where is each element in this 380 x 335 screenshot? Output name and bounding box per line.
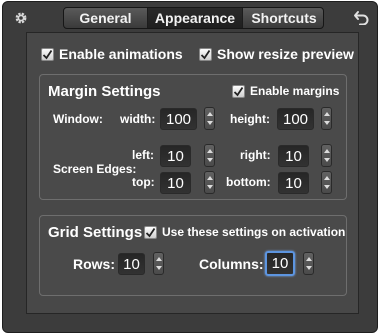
right-field[interactable]: 10 bbox=[278, 145, 309, 167]
stepper-down-icon[interactable] bbox=[156, 266, 162, 270]
right-stepper[interactable] bbox=[321, 144, 332, 167]
width-label: width: bbox=[120, 112, 156, 126]
enable-margins-checkbox[interactable] bbox=[232, 84, 245, 98]
height-label: height: bbox=[230, 112, 270, 126]
appearance-panel: Enable animations Show resize preview Ma… bbox=[26, 32, 359, 314]
stepper-up-icon[interactable] bbox=[324, 149, 330, 153]
screen-edges-label: Screen Edges: bbox=[53, 162, 137, 176]
grid-settings-title: Grid Settings bbox=[48, 224, 143, 241]
stepper-down-icon[interactable] bbox=[324, 158, 330, 162]
left-label: left: bbox=[132, 148, 154, 162]
checkmark-icon bbox=[42, 49, 53, 59]
stepper-down-icon[interactable] bbox=[207, 158, 213, 162]
enable-animations-label: Enable animations bbox=[59, 46, 183, 62]
back-arrow-icon[interactable] bbox=[353, 9, 371, 25]
left-field[interactable]: 10 bbox=[160, 145, 191, 167]
right-label: right: bbox=[240, 148, 271, 162]
checkmark-icon bbox=[145, 227, 156, 237]
stepper-up-icon[interactable] bbox=[207, 176, 213, 180]
stepper-up-icon[interactable] bbox=[156, 257, 162, 261]
columns-field[interactable]: 10 bbox=[265, 251, 295, 276]
height-field[interactable]: 100 bbox=[277, 108, 314, 130]
use-on-activation-option[interactable]: Use these settings on activation bbox=[144, 225, 345, 239]
stepper-down-icon[interactable] bbox=[324, 185, 330, 189]
height-stepper[interactable] bbox=[321, 107, 332, 130]
window-label: Window: bbox=[53, 112, 103, 126]
margin-settings-group: Margin Settings Enable margins Window: w… bbox=[39, 74, 347, 200]
width-stepper[interactable] bbox=[204, 107, 215, 130]
preferences-window: General Appearance Shortcuts Enable anim… bbox=[2, 1, 378, 333]
tab-general[interactable]: General bbox=[64, 8, 148, 28]
checkmark-icon bbox=[200, 49, 211, 59]
use-on-activation-checkbox[interactable] bbox=[144, 225, 157, 239]
top-label: top: bbox=[132, 175, 155, 189]
stepper-down-icon[interactable] bbox=[207, 185, 213, 189]
show-resize-preview-checkbox[interactable] bbox=[199, 47, 212, 61]
stepper-up-icon[interactable] bbox=[207, 112, 213, 116]
stepper-down-icon[interactable] bbox=[207, 121, 213, 125]
show-resize-preview-option[interactable]: Show resize preview bbox=[199, 46, 354, 62]
tab-bar: General Appearance Shortcuts bbox=[63, 7, 324, 29]
tab-appearance[interactable]: Appearance bbox=[148, 8, 243, 28]
tab-shortcuts[interactable]: Shortcuts bbox=[243, 8, 323, 28]
rows-label: Rows: bbox=[73, 256, 115, 272]
columns-label: Columns: bbox=[199, 256, 264, 272]
left-stepper[interactable] bbox=[204, 144, 215, 167]
enable-animations-checkbox[interactable] bbox=[41, 47, 54, 61]
rows-stepper[interactable] bbox=[153, 252, 164, 275]
grid-settings-group: Grid Settings Use these settings on acti… bbox=[39, 215, 347, 296]
stepper-up-icon[interactable] bbox=[306, 257, 312, 261]
top-field[interactable]: 10 bbox=[160, 172, 191, 194]
stepper-down-icon[interactable] bbox=[306, 266, 312, 270]
enable-animations-option[interactable]: Enable animations bbox=[41, 46, 183, 62]
stepper-up-icon[interactable] bbox=[324, 176, 330, 180]
margin-settings-title: Margin Settings bbox=[48, 83, 161, 100]
enable-margins-label: Enable margins bbox=[250, 84, 340, 98]
bottom-field[interactable]: 10 bbox=[278, 172, 309, 194]
bottom-stepper[interactable] bbox=[321, 171, 332, 194]
use-on-activation-label: Use these settings on activation bbox=[162, 225, 346, 239]
top-stepper[interactable] bbox=[204, 171, 215, 194]
enable-margins-option[interactable]: Enable margins bbox=[232, 84, 339, 98]
stepper-up-icon[interactable] bbox=[207, 149, 213, 153]
columns-stepper[interactable] bbox=[303, 252, 314, 275]
gear-icon[interactable] bbox=[14, 11, 28, 25]
stepper-down-icon[interactable] bbox=[324, 121, 330, 125]
show-resize-preview-label: Show resize preview bbox=[217, 46, 354, 62]
checkmark-icon bbox=[233, 86, 244, 96]
stepper-up-icon[interactable] bbox=[324, 112, 330, 116]
width-field[interactable]: 100 bbox=[160, 108, 197, 130]
bottom-label: bottom: bbox=[226, 175, 271, 189]
rows-field[interactable]: 10 bbox=[118, 253, 145, 275]
